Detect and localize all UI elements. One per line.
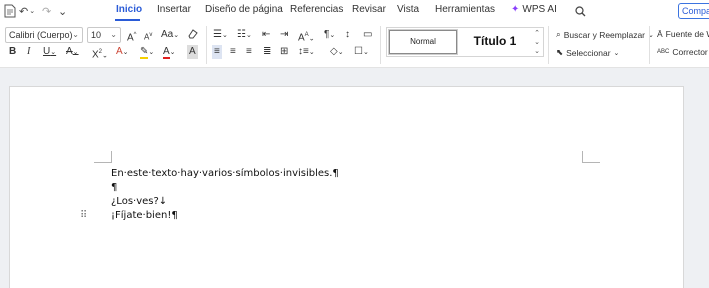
find-replace-label: Buscar y Reemplazar: [563, 29, 646, 40]
tab-diseno-de-pagina[interactable]: Diseño de página: [205, 4, 283, 15]
underline-icon[interactable]: U⌄: [43, 45, 56, 60]
borders-icon[interactable]: ☐⌄: [354, 45, 369, 60]
bullets-icon[interactable]: ☰⌄: [213, 28, 228, 43]
line-spacing-icon[interactable]: ↕≡⌄: [298, 45, 315, 60]
justify-icon[interactable]: ≣: [263, 45, 271, 59]
margin-corner-top-right: [582, 151, 600, 163]
divider: [380, 26, 381, 64]
menu-bar: ↶ ⌄ ↷ ⌄ Inicio Insertar Diseño de página …: [0, 0, 709, 22]
chevron-down-icon[interactable]: ⌄: [58, 3, 67, 19]
document-icon[interactable]: [4, 3, 16, 19]
wps-ai-label: WPS AI: [522, 4, 557, 15]
select-label: Seleccionar: [566, 47, 611, 58]
cursor-icon: ⬉: [556, 47, 564, 57]
tab-referencias[interactable]: Referencias: [290, 4, 343, 15]
paragraph-4[interactable]: ¡Fíjate·bien!¶: [111, 210, 178, 221]
superscript-icon[interactable]: X2⌄: [92, 45, 108, 63]
search-icon[interactable]: [575, 3, 586, 19]
strikethrough-icon[interactable]: A⌄: [66, 45, 79, 60]
tab-wps-ai[interactable]: ✦ WPS AI: [511, 4, 557, 15]
distributed-icon[interactable]: ⊞: [280, 45, 288, 59]
italic-icon[interactable]: I: [27, 45, 30, 59]
character-shading-icon[interactable]: A: [187, 45, 198, 59]
drag-handle-icon[interactable]: ⠿: [80, 210, 87, 221]
style-titulo-1[interactable]: Título 1: [463, 30, 527, 54]
active-tab-indicator: [115, 19, 140, 21]
paragraph-1[interactable]: En·este·texto·hay·varios·símbolos·invisi…: [111, 168, 339, 179]
font-size-value: 10: [91, 30, 102, 40]
chevron-down-icon: ⌄: [110, 30, 117, 39]
search-icon: ⌕: [556, 29, 561, 39]
share-button[interactable]: Compartir: [678, 3, 709, 19]
highlight-icon[interactable]: ✎⌄: [140, 45, 154, 60]
font-size-adjust-icon[interactable]: AA⌄: [298, 28, 315, 46]
tab-inicio[interactable]: Inicio: [116, 4, 142, 15]
shrink-font-icon[interactable]: Av: [144, 28, 152, 45]
font-family-value: Calibri (Cuerpo): [9, 30, 73, 40]
chevron-down-icon: ⌄: [613, 49, 620, 57]
tab-herramientas[interactable]: Herramientas: [435, 4, 495, 15]
font-color-icon[interactable]: A⌄: [163, 45, 176, 60]
change-case-icon[interactable]: Aa⌄: [161, 28, 179, 43]
redo-icon[interactable]: ↷: [42, 3, 51, 19]
ribbon: Calibri (Cuerpo) ⌄ 10 ⌄ A^ Av Aa⌄ B I U⌄…: [0, 22, 709, 68]
select-button[interactable]: ⬉ Seleccionar ⌄: [556, 47, 619, 58]
shading-icon[interactable]: ◇⌄: [330, 45, 344, 60]
font-family-select[interactable]: Calibri (Cuerpo) ⌄: [5, 27, 83, 43]
gallery-scroll[interactable]: ⌃ ⌄ ⌄: [532, 29, 542, 56]
font-source-button[interactable]: Ā Fuente de W: [657, 29, 709, 39]
chevron-down-icon: ⌄: [72, 30, 79, 39]
text-direction-icon[interactable]: ▭: [363, 28, 372, 42]
tab-insertar[interactable]: Insertar: [157, 4, 191, 15]
align-left-icon[interactable]: ≡: [212, 45, 222, 59]
style-normal[interactable]: Normal: [389, 30, 457, 54]
tab-revisar[interactable]: Revisar: [352, 4, 386, 15]
numbering-icon[interactable]: ☷⌄: [237, 28, 252, 43]
divider: [206, 26, 207, 64]
grow-font-icon[interactable]: A^: [127, 28, 137, 45]
spell-check-label: Corrector or: [672, 47, 709, 57]
bold-icon[interactable]: B: [9, 45, 16, 59]
sparkle-icon: ✦: [511, 4, 520, 15]
font-icon: Ā: [657, 29, 663, 39]
paragraph-2[interactable]: ¶: [111, 182, 117, 193]
font-size-select[interactable]: 10 ⌄: [87, 27, 121, 43]
styles-gallery: Normal Título 1 ⌃ ⌄ ⌄: [386, 27, 544, 57]
margin-corner-top-left: [94, 151, 112, 163]
spellcheck-icon: ABC: [657, 49, 670, 55]
align-right-icon[interactable]: ≡: [246, 45, 252, 59]
undo-icon[interactable]: ↶ ⌄: [19, 3, 35, 19]
increase-indent-icon[interactable]: ⇥: [280, 28, 288, 42]
align-center-icon[interactable]: ≡: [230, 45, 236, 59]
decrease-indent-icon[interactable]: ⇤: [262, 28, 270, 42]
paragraph-3[interactable]: ¿Los·ves?↓: [111, 196, 167, 207]
sort-icon[interactable]: ↕: [345, 28, 350, 42]
font-source-label: Fuente de W: [665, 29, 709, 39]
text-effects-icon[interactable]: A⌄: [116, 45, 129, 60]
paragraph-mark-icon[interactable]: ¶⌄: [324, 28, 335, 43]
tab-vista[interactable]: Vista: [397, 4, 419, 15]
find-replace-button[interactable]: ⌕ Buscar y Reemplazar ⌄: [556, 29, 654, 40]
divider: [548, 26, 549, 64]
spell-check-button[interactable]: ABC Corrector or: [657, 47, 709, 57]
divider: [649, 26, 650, 64]
clear-format-icon[interactable]: [187, 28, 198, 44]
